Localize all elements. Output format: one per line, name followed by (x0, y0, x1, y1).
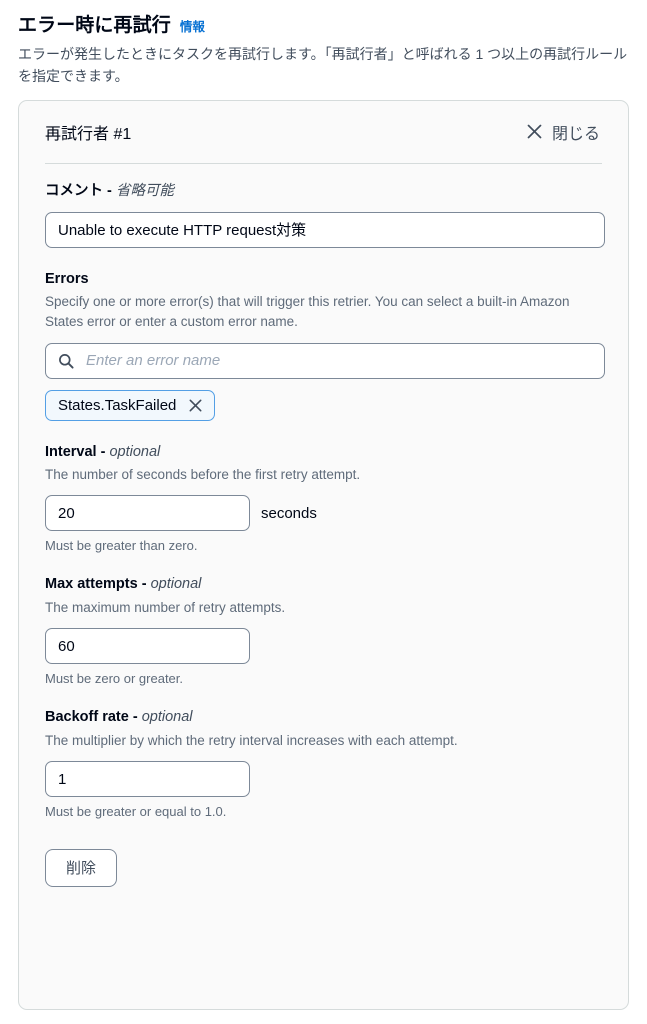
retrier-card: 再試行者 #1 閉じる コメント - 省略可能 Errors Specify o… (18, 99, 629, 1010)
errors-label: Errors (45, 270, 89, 287)
backoff-rate-constraint: Must be greater or equal to 1.0. (45, 804, 227, 820)
interval-input[interactable] (45, 495, 250, 532)
max-attempts-description: The maximum number of retry attempts. (45, 599, 286, 615)
backoff-rate-input[interactable] (45, 761, 250, 798)
interval-unit-label: seconds (261, 504, 317, 522)
close-x-icon (526, 123, 543, 140)
interval-field: Interval - optional The number of second… (45, 421, 602, 554)
backoff-rate-label: Backoff rate - optional (45, 708, 602, 728)
backoff-rate-input-row (45, 761, 602, 798)
page-title: エラー時に再試行 (18, 15, 171, 36)
error-token-label: States.TaskFailed (58, 396, 177, 414)
backoff-rate-label-text: Backoff rate - (45, 709, 142, 726)
remove-error-token-button[interactable] (188, 398, 203, 413)
close-retrier-label: 閉じる (551, 125, 600, 143)
close-retrier-button[interactable]: 閉じる (524, 118, 602, 146)
interval-optional-text: optional (109, 443, 161, 460)
error-search-wrapper (45, 342, 605, 379)
comment-field: コメント - 省略可能 (45, 164, 605, 248)
comment-label: コメント - 省略可能 (45, 182, 602, 202)
interval-label-text: Interval - (45, 443, 110, 460)
backoff-rate-optional-text: optional (141, 709, 193, 726)
retrier-title: 再試行者 #1 (45, 125, 132, 143)
selected-errors-list: States.TaskFailed (45, 389, 602, 421)
comment-optional-text: 省略可能 (115, 182, 174, 199)
max-attempts-label-text: Max attempts - (45, 576, 151, 593)
max-attempts-field: Max attempts - optional The maximum numb… (45, 553, 602, 686)
errors-description: Specify one or more error(s) that will t… (45, 294, 570, 330)
interval-constraint: Must be greater than zero. (45, 538, 198, 554)
interval-description: The number of seconds before the first r… (45, 467, 361, 483)
error-search-input[interactable] (45, 342, 605, 379)
retrier-card-header: 再試行者 #1 閉じる (45, 101, 602, 163)
errors-field: Errors Specify one or more error(s) that… (45, 248, 605, 421)
retrier-actions: 削除 (45, 819, 602, 888)
max-attempts-label: Max attempts - optional (45, 575, 602, 595)
retry-configuration-page: エラー時に再試行 情報 エラーが発生したときにタスクを再試行します。「再試行者」… (0, 0, 647, 1024)
max-attempts-input-row (45, 628, 602, 665)
delete-retrier-button[interactable]: 削除 (45, 849, 118, 888)
comment-label-text: コメント - (45, 182, 116, 199)
comment-input[interactable] (45, 211, 605, 248)
max-attempts-constraint: Must be zero or greater. (45, 671, 184, 687)
section-description: エラーが発生したときにタスクを再試行します。「再試行者」と呼ばれる 1 つ以上の… (18, 45, 628, 84)
backoff-rate-description: The multiplier by which the retry interv… (45, 732, 458, 748)
section-title-row: エラー時に再試行 情報 (18, 14, 629, 38)
error-token[interactable]: States.TaskFailed (45, 389, 216, 421)
max-attempts-optional-text: optional (150, 576, 202, 593)
backoff-rate-field: Backoff rate - optional The multiplier b… (45, 686, 602, 819)
section-header: エラー時に再試行 情報 エラーが発生したときにタスクを再試行します。「再試行者」… (0, 0, 647, 87)
interval-input-row: seconds (45, 495, 602, 532)
interval-label: Interval - optional (45, 443, 602, 463)
max-attempts-input[interactable] (45, 628, 250, 665)
info-link[interactable]: 情報 (180, 16, 205, 35)
